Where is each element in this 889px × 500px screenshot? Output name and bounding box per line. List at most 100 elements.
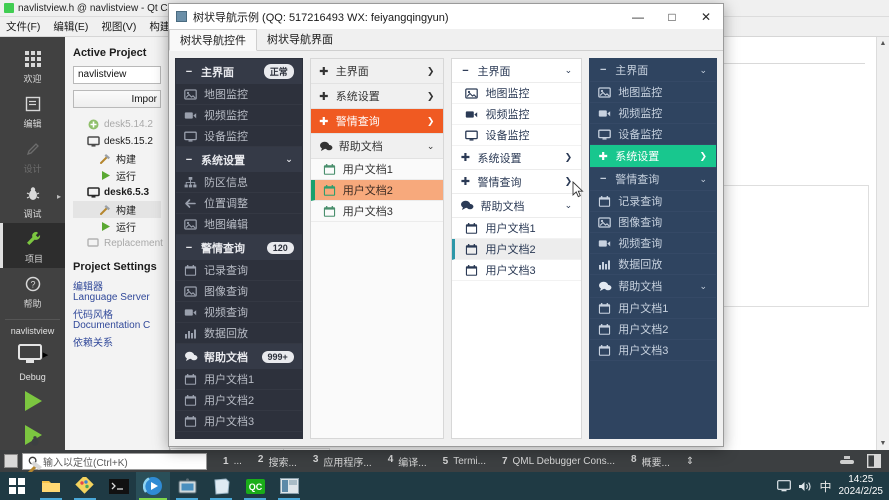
maximize-button[interactable]: □: [655, 4, 689, 29]
status-pane-1[interactable]: 1...: [215, 456, 250, 467]
nav-parent-system-settings[interactable]: ✚ 系统设置 ❯: [452, 146, 582, 170]
nav-parent-alarm-query[interactable]: − 警情查询 120: [176, 235, 302, 260]
kit-selector-button[interactable]: ▸: [0, 338, 65, 370]
setting-dependencies[interactable]: 依赖关系: [73, 334, 161, 349]
nav-item-user-doc-2[interactable]: 用户文档2: [310, 180, 444, 201]
nav-parent-alarm-query[interactable]: ✚ 警情查询 ❯: [310, 109, 444, 134]
nav-parent-main[interactable]: − 主界面 ⌄: [452, 59, 582, 83]
nav-item-video-monitor[interactable]: 视频监控: [452, 104, 582, 125]
nav-parent-alarm-query[interactable]: ✚ 警情查询 ❯: [452, 170, 582, 194]
status-pane-5[interactable]: 5 Termi...: [435, 456, 494, 467]
status-pane-7[interactable]: 7 QML Debugger Cons...: [494, 456, 623, 467]
nav-item-user-doc-2[interactable]: 用户文档2: [590, 319, 716, 340]
nav-item-user-doc-3[interactable]: 用户文档3: [176, 411, 302, 432]
nav-item-map-monitor[interactable]: 地图监控: [176, 84, 302, 105]
status-pane-2[interactable]: 2 搜索...: [250, 454, 305, 469]
status-pane-3[interactable]: 3 应用程序...: [305, 454, 380, 469]
volume-icon[interactable]: [798, 480, 812, 493]
minimize-button[interactable]: —: [621, 4, 655, 29]
nav-item-user-doc-3[interactable]: 用户文档3: [590, 340, 716, 361]
mode-projects[interactable]: 项目: [0, 223, 65, 268]
setting-language-server[interactable]: Language Server: [73, 292, 161, 306]
start-icon[interactable]: [0, 472, 34, 500]
details-button[interactable]: 详情: [283, 449, 329, 450]
system-tray[interactable]: 中 14:25 2024/2/25: [777, 474, 889, 498]
mode-edit[interactable]: 编辑: [0, 88, 65, 133]
nav-item-device-monitor[interactable]: 设备监控: [176, 126, 302, 147]
nav-item-user-doc-1[interactable]: 用户文档1: [310, 159, 444, 180]
menu-edit[interactable]: 编辑(E): [53, 19, 88, 34]
white-blue-panel[interactable]: − 主界面 ⌄ 地图监控 视频监控 设备监控 ✚ 系统设置 ❯ ✚ 警情查询 ❯…: [451, 58, 583, 439]
dark-teal-panel[interactable]: − 主界面 ⌄ 地图监控 视频监控 设备监控 ✚ 系统设置 ❯ − 警情查询 ⌄…: [589, 58, 717, 439]
nav-parent-main[interactable]: − 主界面 ⌄: [590, 59, 716, 82]
run-step-row[interactable]: 运行: [73, 218, 161, 235]
nav-item-video-monitor[interactable]: 视频监控: [176, 105, 302, 126]
qq-icon[interactable]: QC: [238, 472, 272, 500]
nav-item-image-query[interactable]: 图像查询: [590, 212, 716, 233]
taskbar-clock[interactable]: 14:25 2024/2/25: [839, 474, 884, 498]
nav-item-device-monitor[interactable]: 设备监控: [590, 124, 716, 145]
display-icon[interactable]: [777, 480, 792, 492]
import-build-button[interactable]: Impor: [73, 90, 161, 108]
pane-stepper-icon[interactable]: ⇕: [678, 456, 702, 467]
mode-debug[interactable]: ▸ 调试: [0, 178, 65, 223]
scroll-up-icon[interactable]: ▲: [877, 37, 889, 50]
terminal-icon[interactable]: [102, 472, 136, 500]
paint-icon[interactable]: [68, 472, 102, 500]
nav-item-map-monitor[interactable]: 地图监控: [452, 83, 582, 104]
setting-code-style[interactable]: 代码风格: [73, 306, 161, 321]
snip-icon[interactable]: [170, 472, 204, 500]
nav-item-user-doc-1[interactable]: 用户文档1: [452, 218, 582, 239]
nav-item-user-doc-1[interactable]: 用户文档1: [176, 369, 302, 390]
nav-parent-system-settings[interactable]: ✚ 系统设置 ❯: [310, 84, 444, 109]
debug-run-button[interactable]: [0, 418, 65, 452]
nav-item-position-adjust[interactable]: 位置调整: [176, 193, 302, 214]
nav-item-user-doc-2[interactable]: 用户文档2: [452, 239, 582, 260]
nav-item-user-doc-3[interactable]: 用户文档3: [310, 201, 444, 222]
nav-item-user-doc-3[interactable]: 用户文档3: [452, 260, 582, 281]
qtcreator-icon[interactable]: [272, 472, 306, 500]
nav-item-map-monitor[interactable]: 地图监控: [590, 82, 716, 103]
menu-file[interactable]: 文件(F): [6, 19, 40, 34]
light-orange-panel[interactable]: ✚ 主界面 ❯ ✚ 系统设置 ❯ ✚ 警情查询 ❯ 帮助文档 ⌄ 用户文档1 用…: [309, 58, 445, 439]
nav-parent-main[interactable]: ✚ 主界面 ❯: [310, 59, 444, 84]
nav-item-record-query[interactable]: 记录查询: [590, 191, 716, 212]
kit-row[interactable]: desk6.5.3: [73, 184, 161, 201]
kit-row[interactable]: desk5.14.2: [73, 116, 161, 133]
close-button[interactable]: ✕: [689, 4, 723, 29]
nav-item-video-query[interactable]: 视频查询: [590, 233, 716, 254]
nav-parent-help-docs[interactable]: 帮助文档 999+: [176, 344, 302, 369]
nav-parent-main[interactable]: − 主界面 正常: [176, 59, 302, 84]
mode-help[interactable]: ? 帮助: [0, 268, 65, 313]
run-step-row[interactable]: 运行: [73, 167, 161, 184]
build-step-row[interactable]: 构建: [73, 201, 161, 218]
progress-icon[interactable]: [839, 455, 855, 467]
mode-design[interactable]: 设计: [0, 133, 65, 178]
kit-row[interactable]: Replacement: [73, 235, 163, 252]
setting-editor[interactable]: 编辑器: [73, 278, 161, 293]
nav-parent-help-docs[interactable]: 帮助文档 ⌄: [590, 275, 716, 298]
build-step-row[interactable]: 构建: [73, 150, 161, 167]
active-project-combo[interactable]: navlistview: [73, 66, 161, 84]
status-pane-4[interactable]: 4 编译...: [380, 454, 435, 469]
mode-welcome[interactable]: 欢迎: [0, 43, 65, 88]
nav-parent-help-docs[interactable]: 帮助文档 ⌄: [452, 194, 582, 218]
nav-item-image-query[interactable]: 图像查询: [176, 281, 302, 302]
dialog-tabs[interactable]: 树状导航控件 树状导航界面: [169, 29, 723, 51]
tab-tree-nav-widget[interactable]: 树状导航控件: [169, 29, 257, 51]
nav-item-map-edit[interactable]: 地图编辑: [176, 214, 302, 235]
nav-parent-help-docs[interactable]: 帮助文档 ⌄: [310, 134, 444, 159]
mode-selector[interactable]: 欢迎 编辑 设计 ▸ 调试 项目 ? 帮助 navlistview ▸ Debu…: [0, 37, 65, 480]
setting-documentation[interactable]: Documentation C: [73, 320, 161, 334]
media-player-icon[interactable]: [136, 472, 170, 500]
nav-item-user-doc-1[interactable]: 用户文档1: [590, 298, 716, 319]
tab-tree-nav-ui[interactable]: 树状导航界面: [257, 28, 343, 50]
file-explorer-icon[interactable]: [34, 472, 68, 500]
scroll-down-icon[interactable]: ▼: [877, 437, 889, 450]
nav-item-record-query[interactable]: 记录查询: [176, 260, 302, 281]
nav-item-user-doc-2[interactable]: 用户文档2: [176, 390, 302, 411]
ime-icon[interactable]: 中: [819, 478, 831, 495]
kit-row[interactable]: desk5.15.2: [73, 133, 161, 150]
nav-item-data-playback[interactable]: 数据回放: [176, 323, 302, 344]
nav-item-zone-info[interactable]: 防区信息: [176, 172, 302, 193]
